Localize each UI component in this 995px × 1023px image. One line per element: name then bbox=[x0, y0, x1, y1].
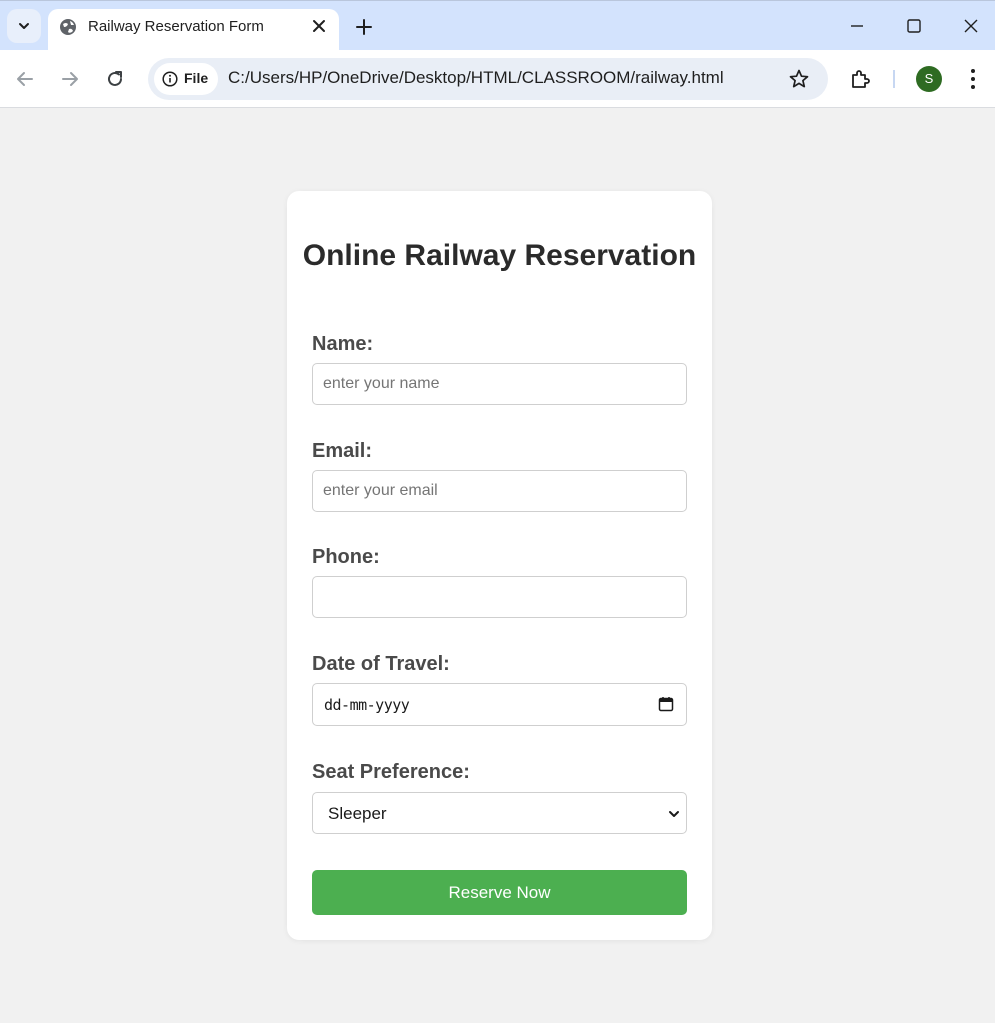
date-label: Date of Travel: bbox=[312, 653, 450, 675]
phone-label: Phone: bbox=[312, 546, 380, 568]
tab-title: Railway Reservation Form bbox=[88, 18, 264, 35]
close-icon[interactable] bbox=[311, 18, 327, 34]
calendar-icon[interactable] bbox=[658, 696, 674, 712]
name-placeholder: enter your name bbox=[323, 375, 440, 392]
toolbar-divider bbox=[893, 70, 895, 88]
seat-label: Seat Preference: bbox=[312, 761, 470, 783]
address-bar[interactable]: File C:/Users/HP/OneDrive/Desktop/HTML/C… bbox=[148, 58, 828, 100]
chevron-down-icon bbox=[669, 811, 679, 817]
bookmark-star-icon[interactable] bbox=[788, 68, 810, 90]
reserve-now-button[interactable]: Reserve Now bbox=[312, 870, 687, 915]
browser-toolbar: File C:/Users/HP/OneDrive/Desktop/HTML/C… bbox=[0, 50, 995, 108]
maximize-icon[interactable] bbox=[905, 17, 923, 35]
phone-input[interactable] bbox=[312, 576, 687, 618]
globe-icon bbox=[60, 19, 76, 35]
seat-selected-value: Sleeper bbox=[328, 804, 387, 823]
plus-icon[interactable] bbox=[354, 17, 374, 37]
tab-search-button[interactable] bbox=[7, 9, 41, 43]
name-input[interactable]: enter your name bbox=[312, 363, 687, 405]
reload-icon[interactable] bbox=[104, 68, 126, 90]
profile-avatar[interactable]: S bbox=[916, 66, 942, 92]
date-input[interactable]: dd-mm-yyyy bbox=[312, 683, 687, 726]
name-label: Name: bbox=[312, 333, 374, 355]
minimize-icon[interactable] bbox=[848, 17, 866, 35]
seat-select[interactable]: Sleeper bbox=[312, 792, 687, 834]
chevron-down-icon bbox=[19, 23, 29, 29]
email-label: Email: bbox=[312, 440, 373, 462]
close-window-icon[interactable] bbox=[962, 17, 980, 35]
page-title: Online Railway Reservation bbox=[302, 239, 697, 272]
url-text: C:/Users/HP/OneDrive/Desktop/HTML/CLASSR… bbox=[228, 68, 724, 87]
reservation-form-card: Online Railway Reservation Name: enter y… bbox=[287, 191, 712, 940]
site-info-label: File bbox=[184, 70, 209, 86]
info-icon bbox=[162, 71, 178, 87]
browser-titlebar: Railway Reservation Form bbox=[0, 0, 995, 51]
email-input[interactable]: enter your email bbox=[312, 470, 687, 512]
active-tab[interactable]: Railway Reservation Form bbox=[48, 9, 339, 51]
site-info-chip[interactable]: File bbox=[154, 63, 218, 95]
back-arrow-icon[interactable] bbox=[14, 68, 36, 90]
forward-arrow-icon[interactable] bbox=[59, 68, 81, 90]
email-placeholder: enter your email bbox=[323, 482, 438, 499]
more-menu-icon[interactable] bbox=[962, 66, 984, 92]
extensions-puzzle-icon[interactable] bbox=[849, 67, 873, 91]
date-value: dd-mm-yyyy bbox=[324, 696, 410, 714]
